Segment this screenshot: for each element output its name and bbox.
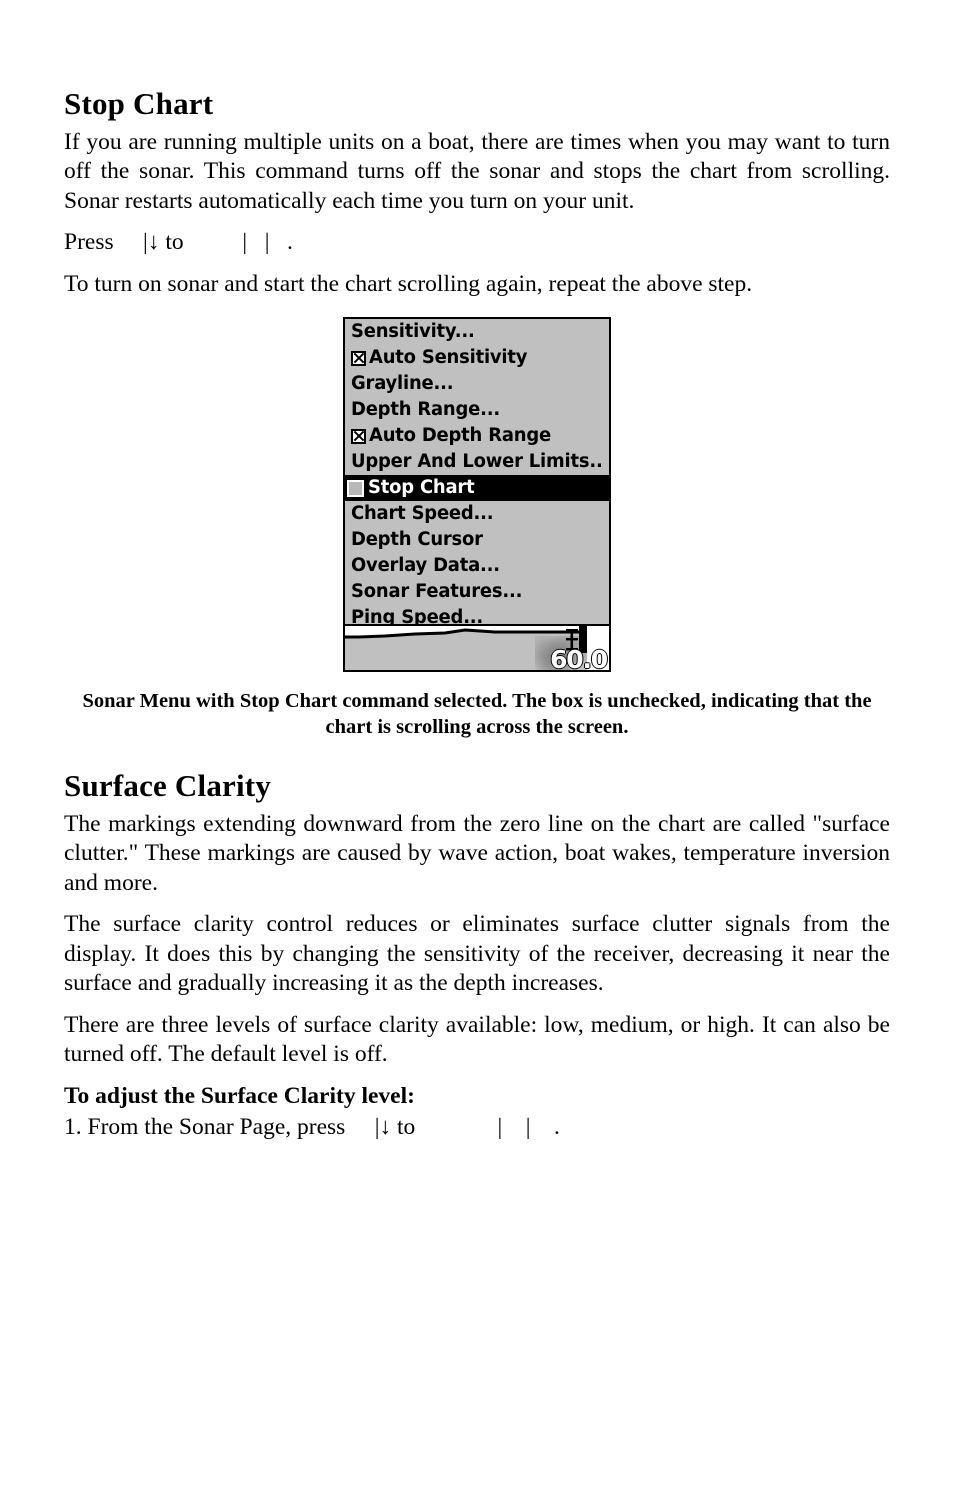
press-key-run-3 [247, 228, 265, 258]
step-key-run-1 [345, 1113, 374, 1143]
stop-chart-paragraph-2: To turn on sonar and start the chart scr… [64, 270, 753, 297]
press-key-run-2 [184, 228, 243, 258]
menu-item-upper-and-lower-limits[interactable]: Upper And Lower Limits.. [345, 449, 609, 475]
menu-item-label: Sensitivity... [351, 320, 475, 342]
checkbox-checked-icon[interactable] [351, 428, 366, 444]
menu-item-chart-speed[interactable]: Chart Speed... [345, 501, 609, 527]
stop-chart-press-instruction: Press |↓ to | | . [64, 228, 890, 258]
press-key-run-4 [269, 228, 287, 258]
menu-item-label: Depth Cursor [351, 528, 483, 550]
menu-item-label: Upper And Lower Limits.. [351, 450, 603, 472]
surface-clarity-subheading: To adjust the Surface Clarity level: [64, 1082, 415, 1109]
surface-clarity-paragraph-3: There are three levels of surface clarit… [64, 1011, 890, 1068]
step-prefix: 1. From the Sonar Page, press [64, 1114, 346, 1141]
surface-clarity-step-1: 1. From the Sonar Page, press |↓ to | | … [64, 1113, 890, 1143]
press-arrow-keys: |↓ to [143, 229, 184, 256]
press-period: . [287, 229, 293, 256]
menu-item-grayline[interactable]: Grayline... [345, 371, 609, 397]
surface-clarity-paragraph-1: The markings extending downward from the… [64, 810, 890, 896]
sonar-lcd-screen: Sensitivity... Auto Sensitivity Grayline… [343, 317, 611, 673]
menu-item-depth-range[interactable]: Depth Range... [345, 397, 609, 423]
press-key-run-1 [114, 228, 143, 258]
menu-item-depth-cursor[interactable]: Depth Cursor [345, 527, 609, 553]
step-key-run-3 [502, 1113, 526, 1143]
checkbox-checked-icon[interactable] [351, 350, 366, 366]
step-period: . [553, 1114, 560, 1141]
step-arrow-keys: |↓ to [374, 1114, 416, 1141]
document-page: Stop Chart If you are running multiple u… [0, 0, 954, 1487]
step-key-run-4 [530, 1113, 554, 1143]
menu-item-sensitivity[interactable]: Sensitivity... [345, 319, 609, 345]
menu-item-label: Chart Speed... [351, 502, 494, 524]
menu-item-sonar-features[interactable]: Sonar Features... [345, 579, 609, 605]
press-prefix: Press [64, 229, 114, 256]
surface-clarity-paragraph-2: The surface clarity control reduces or e… [64, 911, 890, 997]
menu-item-label: Overlay Data... [351, 554, 500, 576]
sonar-chart-strip: 60.0 [345, 624, 609, 671]
menu-item-overlay-data[interactable]: Overlay Data... [345, 553, 609, 579]
menu-item-auto-depth-range[interactable]: Auto Depth Range [345, 423, 609, 449]
menu-item-auto-sensitivity[interactable]: Auto Sensitivity [345, 345, 609, 371]
sonar-menu-figure: Sensitivity... Auto Sensitivity Grayline… [64, 317, 890, 673]
stop-chart-paragraph-1: If you are running multiple units on a b… [64, 128, 890, 214]
menu-item-label: Auto Sensitivity [369, 346, 528, 368]
checkbox-unchecked-icon[interactable] [347, 479, 364, 497]
sonar-menu-list: Sensitivity... Auto Sensitivity Grayline… [345, 319, 609, 631]
menu-item-label: Depth Range... [351, 398, 500, 420]
menu-item-stop-chart[interactable]: Stop Chart [345, 475, 609, 502]
figure-caption: Sonar Menu with Stop Chart command selec… [82, 690, 872, 739]
depth-readout-value: 60.0 [550, 645, 608, 671]
menu-item-label: Grayline... [351, 372, 454, 394]
menu-item-label: Stop Chart [368, 476, 475, 498]
step-key-run-2 [415, 1113, 497, 1143]
menu-item-label: Sonar Features... [351, 580, 523, 602]
page-title-stop-chart: Stop Chart [64, 86, 214, 121]
menu-item-label: Auto Depth Range [369, 424, 551, 446]
page-title-surface-clarity: Surface Clarity [64, 768, 272, 804]
